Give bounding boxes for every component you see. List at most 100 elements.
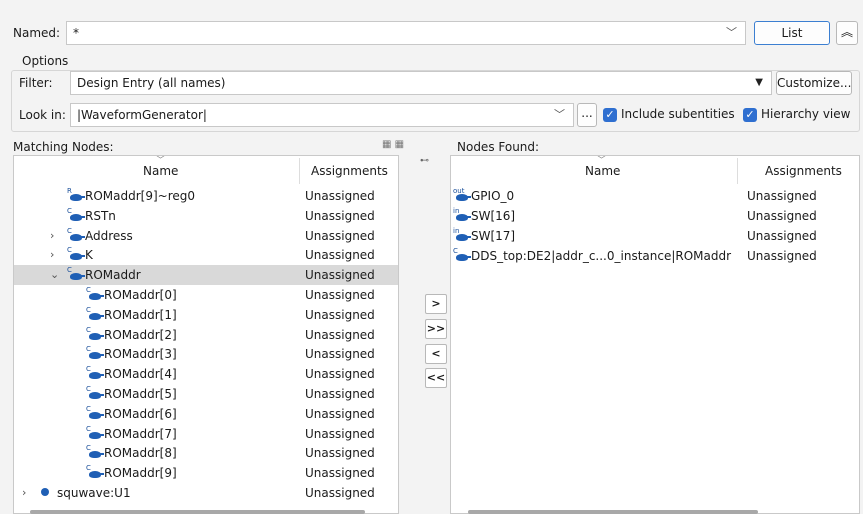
- node-assignment: Unassigned: [305, 228, 375, 243]
- hierarchy-view-checkbox[interactable]: ✓: [743, 108, 757, 122]
- input-pin-icon: in: [453, 207, 471, 223]
- expand-chevron-icon[interactable]: ›: [50, 226, 54, 246]
- node-row[interactable]: C ROMaddr[6] Unassigned: [14, 404, 398, 424]
- column-divider: [737, 158, 738, 184]
- node-name: ROMaddr[1]: [104, 307, 177, 322]
- node-name: K: [85, 248, 93, 263]
- move-right-button[interactable]: >: [425, 294, 447, 314]
- node-row[interactable]: C ROMaddr[4] Unassigned: [14, 364, 398, 384]
- move-all-left-button[interactable]: <<: [425, 368, 447, 388]
- combinational-node-icon: C: [86, 286, 104, 302]
- node-assignment: Unassigned: [747, 249, 817, 263]
- combinational-node-icon: C: [86, 326, 104, 342]
- column-divider: [299, 158, 300, 184]
- node-row[interactable]: C ROMaddr[2] Unassigned: [14, 325, 398, 345]
- node-row[interactable]: C RSTn Unassigned: [14, 206, 398, 226]
- combinational-node-icon: C: [67, 207, 85, 223]
- nodes-found-panel[interactable]: ﹀ Name Assignments out GPIO_0 Unassigned in…: [450, 155, 860, 514]
- lookin-label: Look in:: [19, 108, 66, 122]
- grid-icon[interactable]: ▦ ▦: [382, 139, 404, 150]
- node-row[interactable]: ⌄ C ROMaddr Unassigned: [14, 265, 398, 286]
- node-row[interactable]: › squwave:U1 Unassigned: [14, 483, 398, 503]
- node-row[interactable]: C ROMaddr[7] Unassigned: [14, 424, 398, 444]
- node-name: DDS_top:DE2|addr_c...0_instance|ROMaddr: [471, 249, 732, 263]
- node-assignment: Unassigned: [747, 209, 817, 223]
- node-row[interactable]: C ROMaddr[5] Unassigned: [14, 384, 398, 404]
- node-assignment: Unassigned: [747, 229, 817, 243]
- input-pin-icon: in: [453, 227, 471, 243]
- node-assignment: Unassigned: [305, 327, 375, 342]
- node-row[interactable]: C ROMaddr[9] Unassigned: [14, 463, 398, 483]
- node-assignment: Unassigned: [305, 446, 375, 461]
- node-name: ROMaddr[7]: [104, 426, 177, 441]
- list-button[interactable]: List: [754, 21, 830, 45]
- combinational-node-icon: C: [67, 246, 85, 262]
- named-input[interactable]: * ﹀: [66, 21, 746, 45]
- node-row[interactable]: C ROMaddr[1] Unassigned: [14, 305, 398, 325]
- node-row[interactable]: C ROMaddr[8] Unassigned: [14, 443, 398, 463]
- node-assignment: Unassigned: [305, 406, 375, 421]
- node-name: ROMaddr[2]: [104, 327, 177, 342]
- browse-button[interactable]: ...: [577, 103, 597, 127]
- lookin-value: |WaveformGenerator|: [77, 108, 207, 122]
- node-name: ROMaddr[8]: [104, 446, 177, 461]
- combinational-node-icon: C: [86, 405, 104, 421]
- node-row[interactable]: C ROMaddr[3] Unassigned: [14, 344, 398, 364]
- matching-col-name[interactable]: Name: [143, 164, 178, 178]
- chevron-down-icon[interactable]: ﹀: [726, 22, 737, 44]
- matching-nodes-panel[interactable]: ﹀ Name Assignments R ROMaddr[9]~reg0 Unass…: [13, 155, 399, 514]
- customize-button[interactable]: Customize...: [776, 71, 852, 95]
- node-assignment: Unassigned: [305, 426, 375, 441]
- move-left-button[interactable]: <: [425, 344, 447, 364]
- node-assignment: Unassigned: [305, 288, 375, 302]
- node-name: ROMaddr[3]: [104, 347, 177, 362]
- dropdown-arrow-icon[interactable]: ▼: [755, 72, 763, 94]
- lookin-input[interactable]: |WaveformGenerator| ﹀: [70, 103, 574, 127]
- node-row[interactable]: in SW[16] Unassigned: [451, 206, 859, 226]
- node-row[interactable]: in SW[17] Unassigned: [451, 226, 859, 246]
- expand-chevron-icon[interactable]: ›: [22, 483, 26, 503]
- node-name: SW[16]: [471, 209, 516, 223]
- combinational-node-icon: C: [86, 444, 104, 460]
- include-subentities-checkbox[interactable]: ✓: [603, 108, 617, 122]
- matching-col-assign[interactable]: Assignments: [311, 164, 388, 178]
- chevron-down-icon[interactable]: ﹀: [554, 104, 565, 126]
- double-chevron-up-icon[interactable]: ︽: [836, 21, 858, 45]
- found-col-assign[interactable]: Assignments: [765, 164, 842, 178]
- node-name: ROMaddr[9]~reg0: [85, 189, 196, 203]
- hierarchy-view-label: Hierarchy view: [761, 107, 851, 121]
- named-value: *: [73, 26, 79, 40]
- horizontal-scrollbar[interactable]: [468, 510, 758, 514]
- node-row[interactable]: R ROMaddr[9]~reg0 Unassigned: [14, 186, 398, 206]
- instance-dot-icon: [39, 486, 55, 500]
- node-row[interactable]: out GPIO_0 Unassigned: [451, 186, 859, 206]
- found-col-name[interactable]: Name: [585, 164, 620, 178]
- register-node-icon: R: [67, 187, 85, 203]
- node-row[interactable]: C DDS_top:DE2|addr_c...0_instance|ROMaddr…: [451, 246, 859, 266]
- node-name: ROMaddr[0]: [104, 288, 177, 302]
- node-assignment: Unassigned: [747, 189, 817, 203]
- node-name: GPIO_0: [471, 189, 515, 203]
- collapse-chevron-icon[interactable]: ⌄: [50, 265, 59, 285]
- filter-select[interactable]: Design Entry (all names) ▼: [70, 71, 772, 95]
- horizontal-scrollbar[interactable]: [30, 510, 365, 514]
- node-assignment: Unassigned: [305, 486, 375, 500]
- node-row[interactable]: C ROMaddr[0] Unassigned: [14, 285, 398, 305]
- node-name: ROMaddr[5]: [104, 387, 177, 401]
- expand-chevron-icon[interactable]: ›: [50, 245, 54, 265]
- node-name: ROMaddr: [85, 268, 141, 283]
- options-legend: Options: [22, 54, 69, 68]
- node-assignment: Unassigned: [305, 268, 375, 283]
- node-name: ROMaddr[4]: [104, 367, 177, 382]
- move-all-right-button[interactable]: >>: [425, 319, 447, 339]
- node-name: Address: [85, 228, 133, 243]
- node-row[interactable]: › C K Unassigned: [14, 245, 398, 265]
- matching-nodes-title: Matching Nodes:: [13, 140, 114, 154]
- node-row[interactable]: › C Address Unassigned: [14, 226, 398, 246]
- node-name: ROMaddr[6]: [104, 406, 177, 421]
- node-assignment: Unassigned: [305, 367, 375, 382]
- node-name: SW[17]: [471, 229, 516, 243]
- node-name: ROMaddr[9]: [104, 466, 177, 481]
- node-assignment: Unassigned: [305, 208, 375, 223]
- dock-icon[interactable]: ⊷: [420, 156, 429, 166]
